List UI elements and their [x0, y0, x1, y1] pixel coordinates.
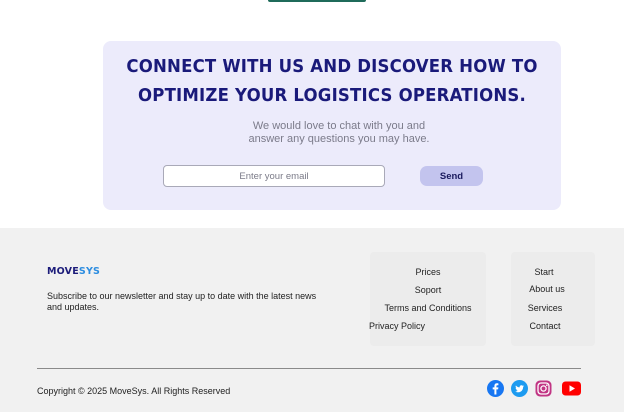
footer-link-prices[interactable]: Prices: [370, 267, 486, 277]
footer: MOVESYS Subscribe to our newsletter and …: [0, 228, 624, 412]
top-image-edge: [268, 0, 366, 2]
footer-link-start[interactable]: Start: [502, 267, 586, 277]
contact-cta-section: Connect with us and discover how to opti…: [103, 41, 561, 210]
footer-link-services[interactable]: Services: [503, 303, 587, 313]
newsletter-text: Subscribe to our newsletter and stay up …: [47, 291, 317, 312]
footer-link-soport[interactable]: Soport: [370, 285, 486, 295]
send-button[interactable]: Send: [420, 166, 483, 186]
instagram-icon[interactable]: [535, 380, 552, 397]
logo-text-accent: SYS: [78, 266, 101, 277]
logo-text-main: MOVE: [47, 266, 79, 277]
footer-links-primary: Prices Soport Terms and Conditions Priva…: [369, 252, 486, 346]
footer-link-contact[interactable]: Contact: [503, 321, 587, 331]
footer-link-privacy[interactable]: Privacy Policy: [339, 321, 455, 331]
page: Connect with us and discover how to opti…: [0, 0, 624, 412]
footer-link-terms[interactable]: Terms and Conditions: [370, 303, 486, 313]
twitter-icon[interactable]: [511, 380, 528, 397]
footer-links-secondary: Start About us Services Contact: [511, 252, 595, 346]
cta-subtitle: We would love to chat with you and answe…: [248, 120, 430, 145]
footer-link-about[interactable]: About us: [505, 284, 589, 294]
copyright-text: Copyright © 2025 MoveSys. All Rights Res…: [37, 386, 231, 396]
cta-title: Connect with us and discover how to opti…: [126, 56, 538, 106]
email-input[interactable]: [163, 165, 385, 187]
movesys-logo[interactable]: MOVESYS: [47, 266, 100, 277]
footer-divider: [37, 368, 581, 369]
facebook-icon[interactable]: [487, 380, 504, 397]
youtube-icon[interactable]: [562, 380, 581, 397]
